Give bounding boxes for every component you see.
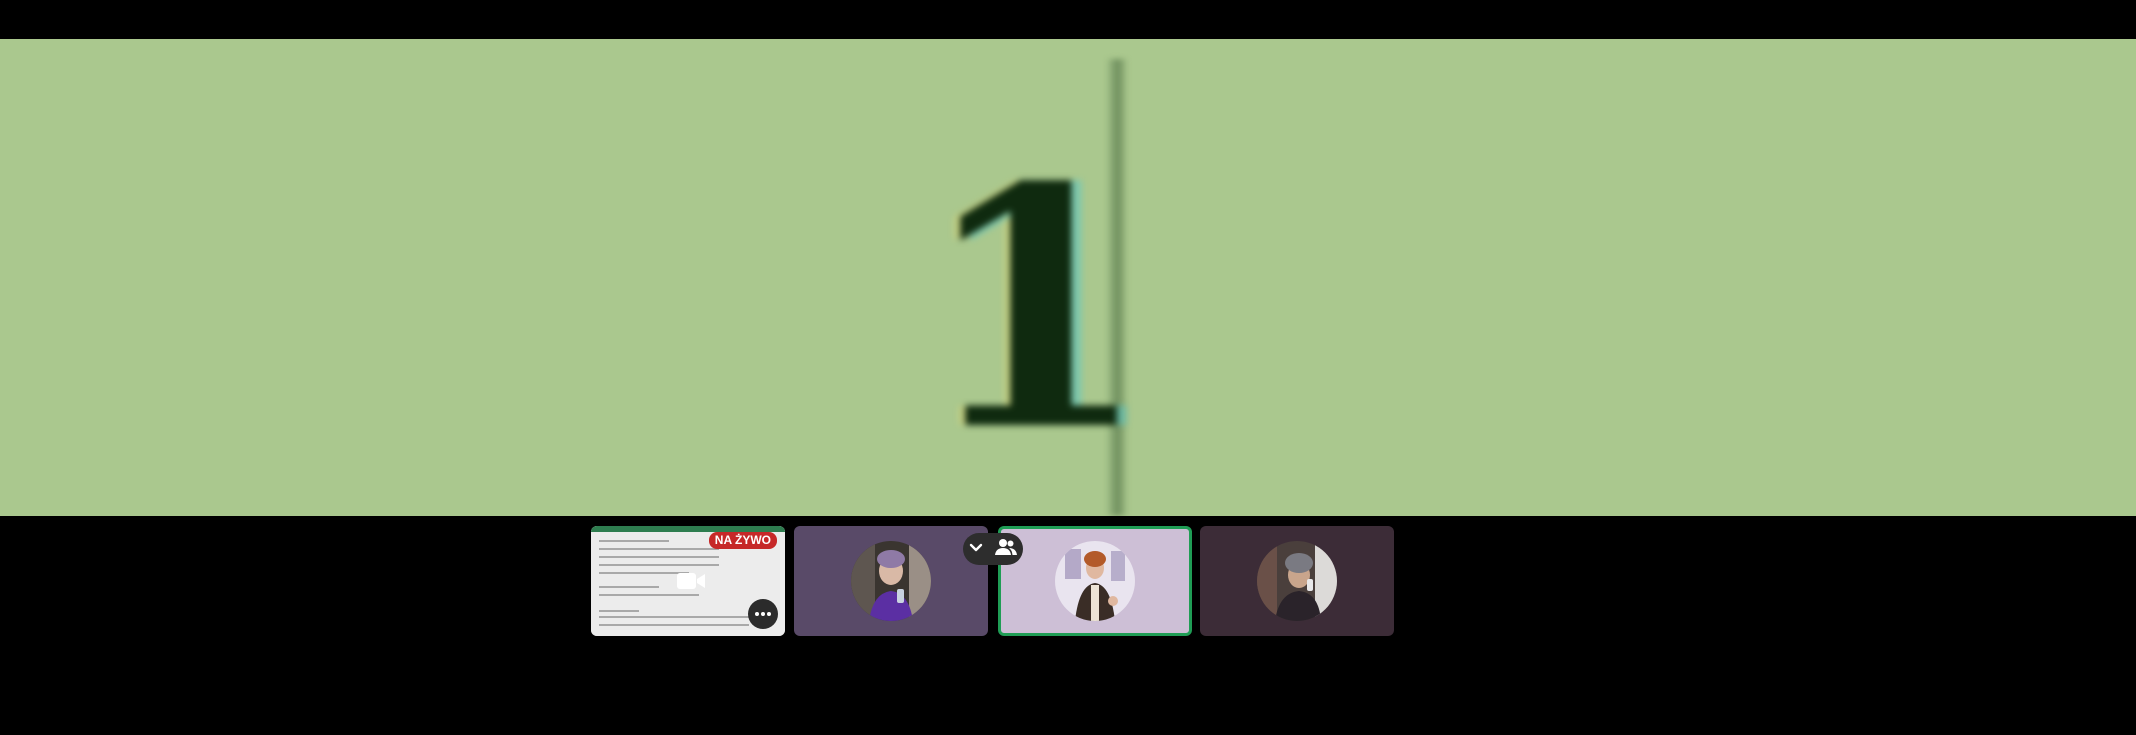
shared-screen-view: 1 (0, 39, 2136, 516)
camera-icon (676, 571, 706, 591)
top-bar (0, 0, 2136, 39)
people-icon[interactable] (995, 538, 1017, 561)
avatar (851, 541, 931, 621)
participant-tile[interactable] (794, 526, 988, 636)
participant-tile-active-speaker[interactable] (998, 526, 1192, 636)
zoomed-digit: 1 (920, 115, 1150, 503)
avatar (1257, 541, 1337, 621)
filmstrip-controls (963, 533, 1023, 565)
participant-tile[interactable] (1200, 526, 1394, 636)
more-icon (755, 612, 771, 616)
live-badge: NA ŻYWO (708, 532, 777, 549)
chevron-down-icon[interactable] (969, 540, 983, 558)
avatar (1055, 541, 1135, 621)
more-options-button[interactable] (748, 599, 778, 629)
screen-share-tile[interactable]: NA ŻYWO (591, 526, 785, 636)
